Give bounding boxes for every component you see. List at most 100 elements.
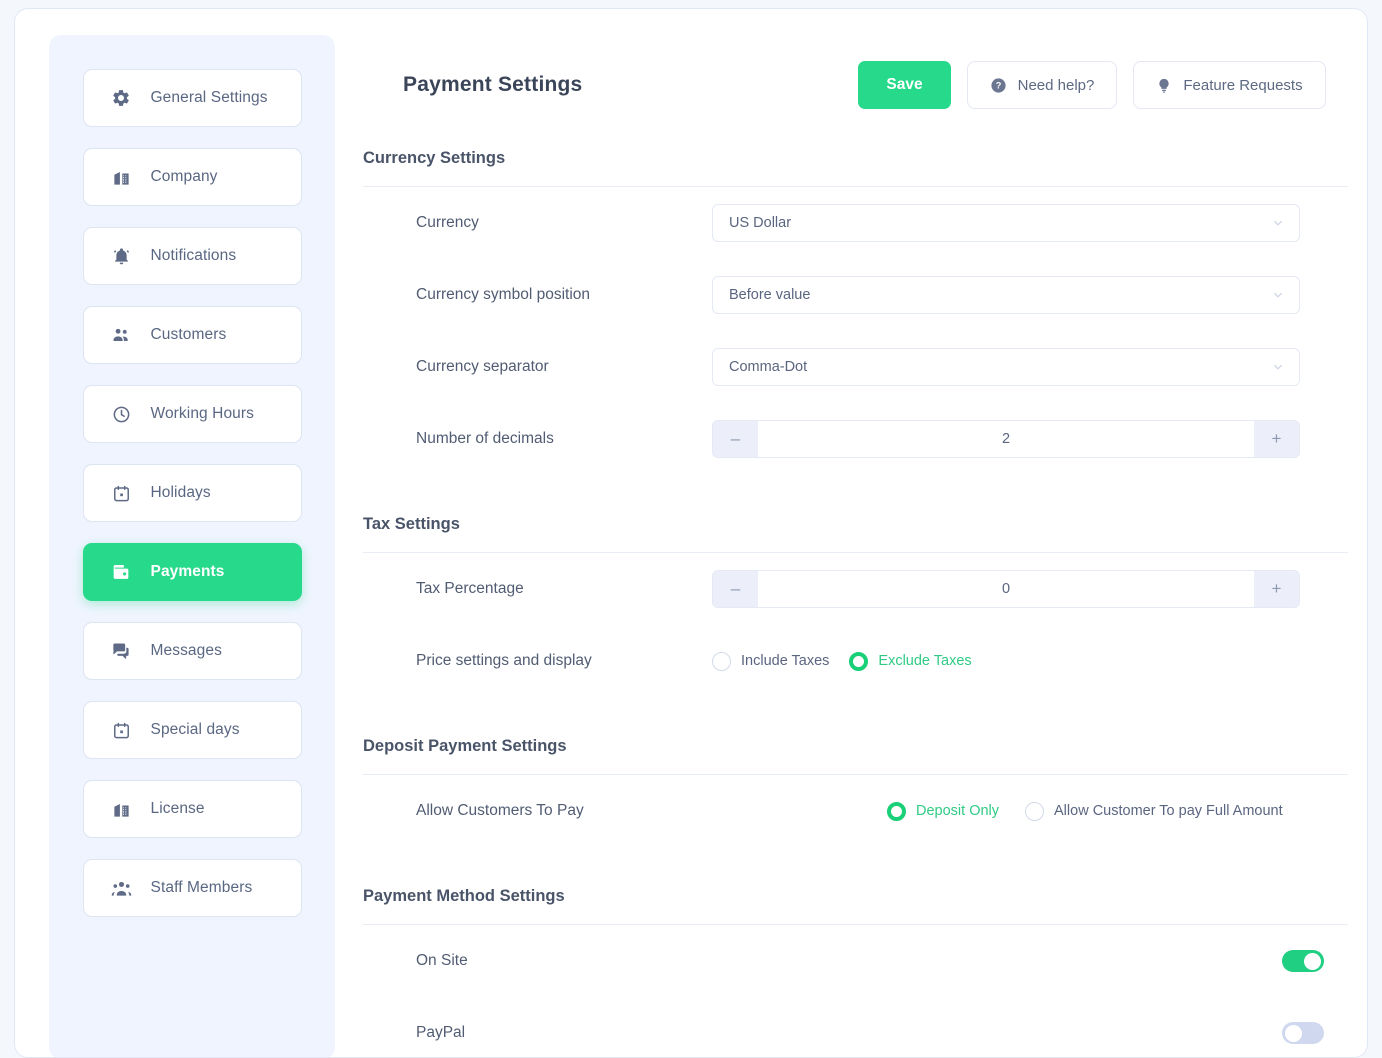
sidebar-item-label: License bbox=[150, 800, 205, 817]
sidebar-item-label: Messages bbox=[150, 642, 222, 659]
group-icon bbox=[111, 878, 132, 899]
decimals-field-row: Number of decimals – 2 + bbox=[363, 403, 1348, 475]
svg-text:?: ? bbox=[995, 80, 1001, 90]
symbol-position-label: Currency symbol position bbox=[416, 286, 591, 303]
tax-decrement-button[interactable]: – bbox=[713, 571, 758, 607]
lightbulb-icon bbox=[1156, 77, 1172, 94]
radio-mark bbox=[887, 801, 906, 821]
app-window: General Settings Company Notifications Cust… bbox=[14, 8, 1368, 1058]
sidebar-item-staff-members[interactable]: Staff Members bbox=[82, 859, 302, 917]
decimals-increment-button[interactable]: + bbox=[1254, 421, 1299, 457]
sidebar-item-label: Payments bbox=[150, 563, 225, 580]
chevron-down-icon bbox=[1271, 288, 1285, 302]
calendar-icon bbox=[111, 720, 132, 741]
separator-select[interactable]: Comma-Dot bbox=[712, 348, 1300, 386]
allow-customers-pay-label: Allow Customers To Pay bbox=[416, 802, 584, 819]
sidebar-item-holidays[interactable]: Holidays bbox=[82, 464, 302, 522]
sidebar-item-working-hours[interactable]: Working Hours bbox=[82, 385, 302, 443]
sidebar-item-messages[interactable]: Messages bbox=[82, 622, 302, 680]
price-display-field-row: Price settings and display Include Taxes… bbox=[363, 625, 1348, 697]
toggle-knob bbox=[1304, 952, 1321, 970]
tax-percentage-stepper[interactable]: – 0 + bbox=[712, 570, 1300, 608]
main-content: Payment Settings Save ? Need help? Featu… bbox=[335, 9, 1367, 1057]
symbol-position-field-row: Currency symbol position Before value bbox=[363, 259, 1348, 331]
radio-mark bbox=[1025, 801, 1045, 821]
sidebar-item-label: Customers bbox=[150, 326, 227, 343]
payment-method-toggle-wrapper bbox=[1282, 950, 1324, 972]
chevron-down-icon bbox=[1271, 360, 1285, 374]
decimals-stepper[interactable]: – 2 + bbox=[712, 420, 1300, 458]
tax-percentage-field-row: Tax Percentage – 0 + bbox=[363, 553, 1348, 625]
radio-deposit-only-label: Deposit Only bbox=[916, 803, 1000, 819]
sidebar-item-general-settings[interactable]: General Settings bbox=[82, 69, 302, 127]
chat-icon bbox=[111, 641, 132, 662]
currency-select[interactable]: US Dollar bbox=[712, 204, 1300, 242]
sidebar-item-license[interactable]: License bbox=[82, 780, 302, 838]
symbol-position-selected-value: Before value bbox=[729, 287, 811, 303]
radio-deposit-only[interactable]: Deposit Only bbox=[887, 801, 1000, 821]
payment-method-toggle[interactable] bbox=[1282, 950, 1324, 972]
deposit-radio-group: Deposit Only Allow Customer To pay Full … bbox=[887, 801, 1283, 821]
feature-requests-button[interactable]: Feature Requests bbox=[1133, 61, 1326, 109]
radio-include-taxes[interactable]: Include Taxes bbox=[712, 651, 830, 671]
sidebar-item-payments[interactable]: Payments bbox=[82, 543, 302, 601]
header-actions: Save ? Need help? Feature Requests bbox=[858, 61, 1326, 109]
allow-customers-pay-row: Allow Customers To Pay Deposit Only Allo… bbox=[363, 775, 1348, 847]
decimals-value: 2 bbox=[1001, 431, 1011, 447]
page-header: Payment Settings Save ? Need help? Featu… bbox=[363, 61, 1348, 109]
wallet-icon bbox=[111, 562, 132, 583]
radio-exclude-taxes[interactable]: Exclude Taxes bbox=[849, 651, 972, 671]
radio-full-amount[interactable]: Allow Customer To pay Full Amount bbox=[1025, 801, 1283, 821]
help-circle-icon: ? bbox=[990, 77, 1007, 94]
settings-sidebar: General Settings Company Notifications Cust… bbox=[49, 35, 335, 1057]
payment-method-toggle[interactable] bbox=[1282, 1022, 1324, 1044]
payment-method-toggle-wrapper bbox=[1282, 1022, 1324, 1044]
sidebar-item-label: General Settings bbox=[150, 89, 268, 106]
tax-section-title: Tax Settings bbox=[363, 515, 460, 533]
payment-method-label: On Site bbox=[416, 952, 468, 969]
radio-full-amount-label: Allow Customer To pay Full Amount bbox=[1054, 803, 1283, 819]
currency-field-row: Currency US Dollar bbox=[363, 187, 1348, 259]
clock-icon bbox=[111, 404, 132, 425]
page-title: Payment Settings bbox=[403, 73, 583, 96]
deposit-section-title: Deposit Payment Settings bbox=[363, 737, 567, 755]
currency-selected-value: US Dollar bbox=[729, 215, 792, 231]
sidebar-item-label: Working Hours bbox=[150, 405, 255, 422]
feature-requests-label: Feature Requests bbox=[1183, 76, 1303, 94]
building-icon bbox=[111, 167, 132, 188]
building-icon bbox=[111, 799, 132, 820]
radio-mark bbox=[712, 651, 731, 671]
payment-method-label: PayPal bbox=[416, 1024, 466, 1041]
separator-label: Currency separator bbox=[416, 358, 549, 375]
sidebar-item-notifications[interactable]: Notifications bbox=[82, 227, 302, 285]
payment-methods-section-title: Payment Method Settings bbox=[363, 887, 565, 905]
need-help-button[interactable]: ? Need help? bbox=[966, 61, 1118, 109]
price-display-radio-group: Include Taxes Exclude Taxes bbox=[712, 651, 972, 671]
symbol-position-select[interactable]: Before value bbox=[712, 276, 1300, 314]
decimals-decrement-button[interactable]: – bbox=[713, 421, 758, 457]
chevron-down-icon bbox=[1271, 216, 1285, 230]
sidebar-item-label: Company bbox=[150, 168, 218, 185]
sidebar-item-label: Staff Members bbox=[150, 879, 253, 896]
decimals-label: Number of decimals bbox=[416, 430, 554, 447]
separator-selected-value: Comma-Dot bbox=[729, 359, 808, 375]
radio-include-taxes-label: Include Taxes bbox=[741, 653, 830, 669]
need-help-label: Need help? bbox=[1017, 76, 1095, 94]
tax-percentage-value: 0 bbox=[1001, 581, 1011, 597]
tax-percentage-label: Tax Percentage bbox=[416, 580, 524, 597]
price-display-label: Price settings and display bbox=[416, 652, 592, 669]
separator-field-row: Currency separator Comma-Dot bbox=[363, 331, 1348, 403]
sidebar-item-label: Notifications bbox=[150, 247, 237, 264]
currency-section-title: Currency Settings bbox=[363, 149, 506, 167]
sidebar-item-company[interactable]: Company bbox=[82, 148, 302, 206]
calendar-icon bbox=[111, 483, 132, 504]
sidebar-item-special-days[interactable]: Special days bbox=[82, 701, 302, 759]
bell-icon bbox=[111, 246, 132, 267]
people-icon bbox=[111, 325, 132, 346]
save-button[interactable]: Save bbox=[858, 61, 951, 109]
sidebar-item-label: Holidays bbox=[150, 484, 211, 501]
sidebar-item-customers[interactable]: Customers bbox=[82, 306, 302, 364]
tax-increment-button[interactable]: + bbox=[1254, 571, 1299, 607]
radio-mark bbox=[849, 651, 869, 671]
currency-label: Currency bbox=[416, 214, 479, 231]
